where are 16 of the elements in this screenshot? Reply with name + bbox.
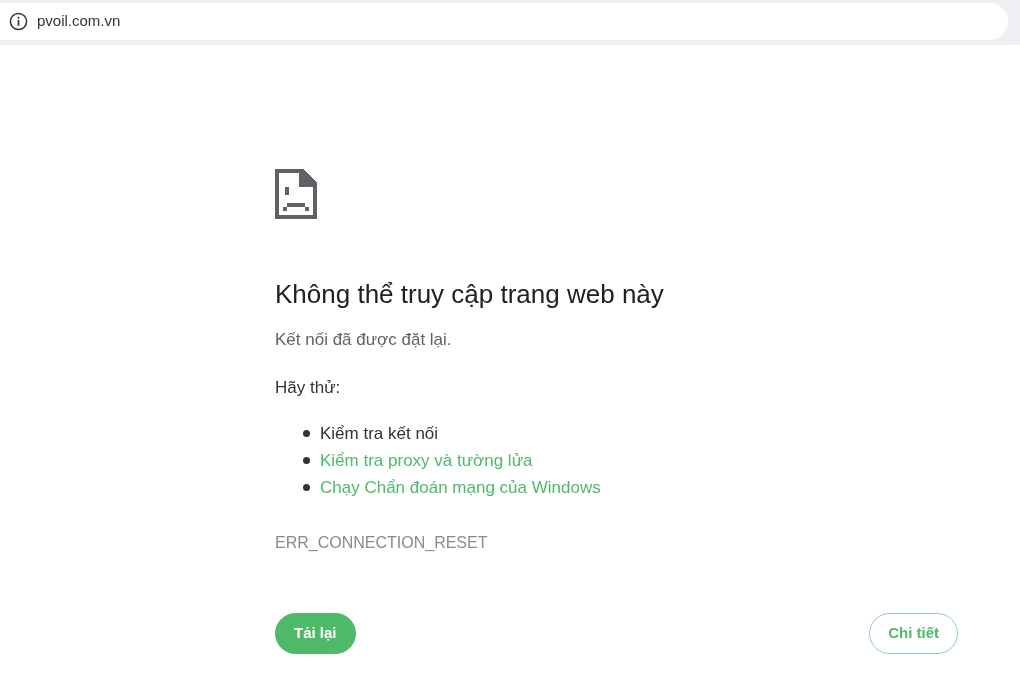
suggestions-heading: Hãy thử: — [275, 376, 342, 399]
error-code: ERR_CONNECTION_RESET — [275, 533, 489, 553]
bullet-icon — [303, 430, 310, 437]
reload-button[interactable]: Tải lại — [275, 613, 356, 654]
suggestion-link[interactable]: Kiểm tra proxy và tường lửa — [320, 447, 533, 474]
error-title: Không thể truy cập trang web này — [275, 278, 665, 311]
url-text: pvoil.com.vn — [37, 11, 121, 32]
bullet-icon — [303, 457, 310, 464]
error-message: Kết nối đã được đặt lại. — [275, 329, 453, 351]
address-bar[interactable]: pvoil.com.vn — [0, 3, 1008, 40]
details-button[interactable]: Chi tiết — [869, 613, 958, 654]
info-icon — [9, 12, 28, 31]
bullet-icon — [303, 484, 310, 491]
suggestion-text: Kiểm tra kết nối — [320, 423, 439, 445]
sad-page-icon — [275, 169, 317, 219]
suggestion-link[interactable]: Chạy Chẩn đoán mạng của Windows — [320, 474, 601, 501]
